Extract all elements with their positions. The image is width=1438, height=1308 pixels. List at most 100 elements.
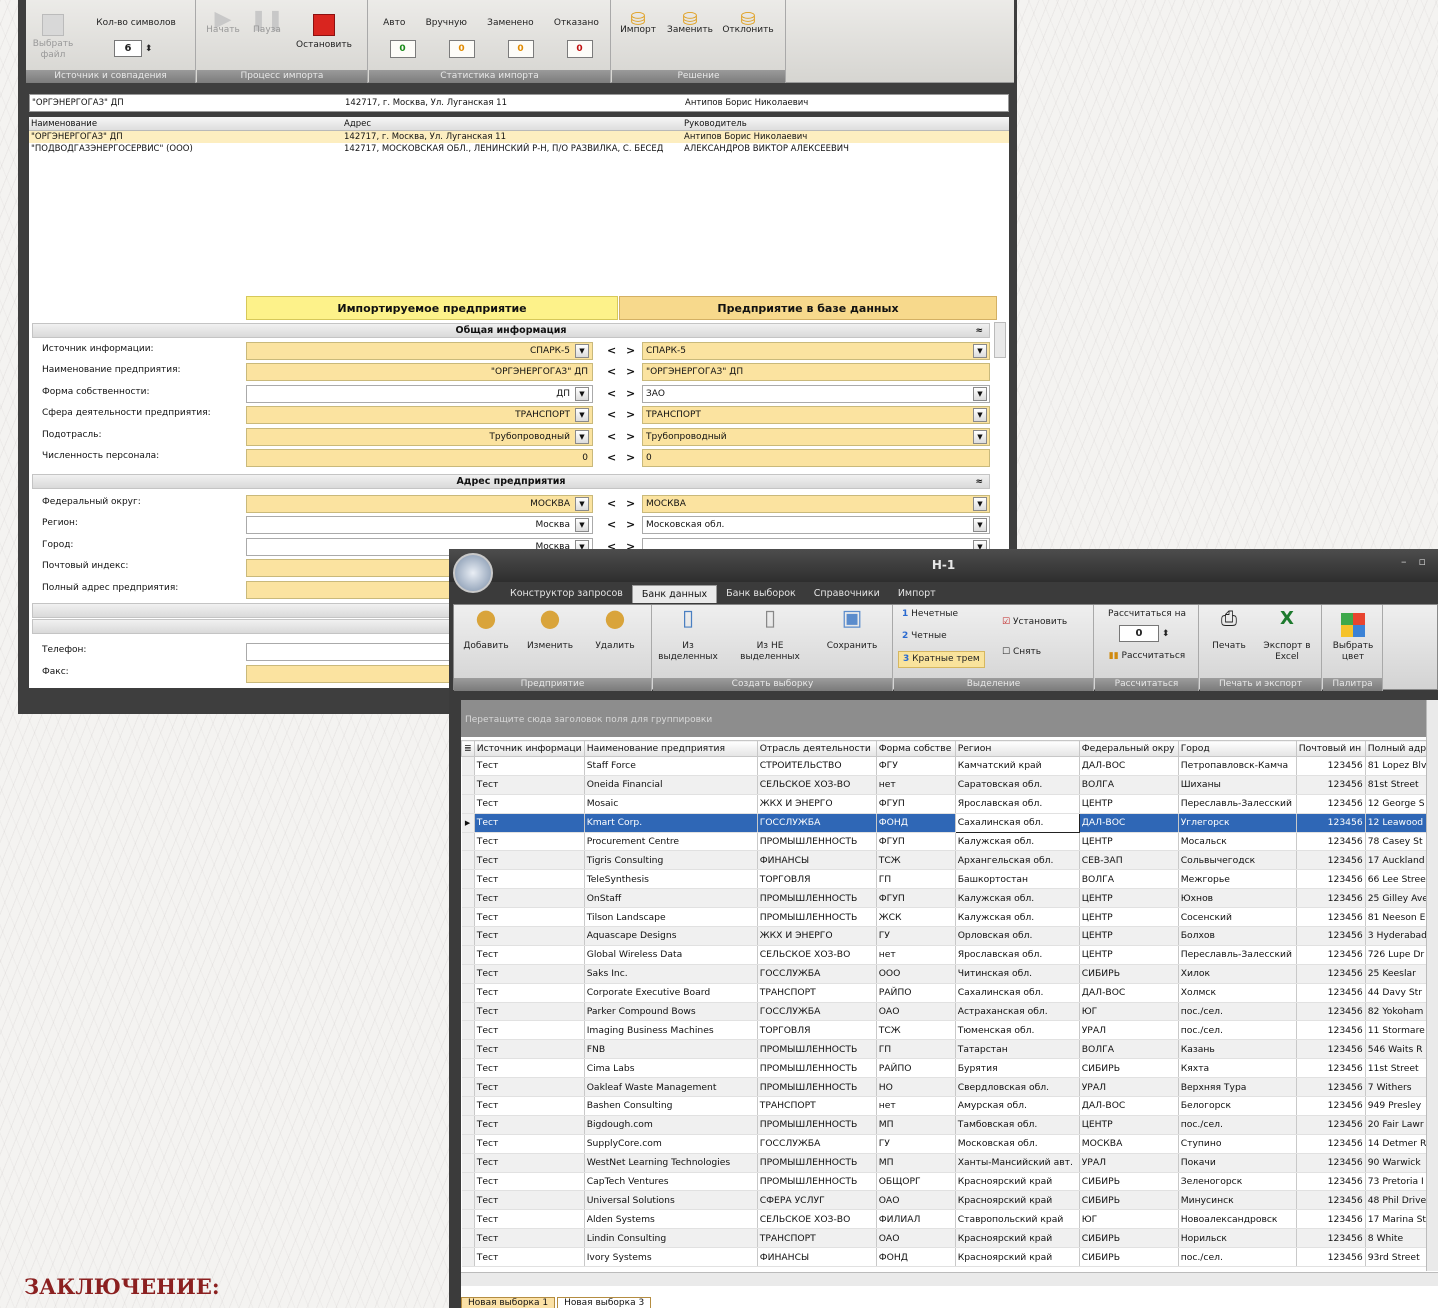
choose-color-button[interactable]: Выбрать цвет — [1327, 613, 1379, 663]
table-row[interactable]: Тест Oakleaf Waste Management ПРОМЫШЛЕННОС… — [461, 1077, 1431, 1098]
table-cell[interactable]: Тест — [474, 850, 585, 871]
table-cell[interactable]: Свердловская обл. — [955, 1077, 1080, 1098]
table-cell[interactable]: 123456 — [1296, 1002, 1366, 1022]
table-cell[interactable]: 81 Lopez Blv — [1365, 756, 1431, 776]
table-cell[interactable]: УРАЛ — [1079, 1020, 1179, 1041]
database-value[interactable]: МОСКВА ▼ — [642, 495, 990, 513]
table-cell[interactable]: Тест — [474, 1153, 585, 1173]
database-value[interactable]: 0 — [642, 449, 990, 467]
column-chooser-icon[interactable]: ≣ — [461, 740, 475, 757]
table-cell[interactable]: 123456 — [1296, 756, 1366, 776]
form-scrollbar[interactable] — [994, 322, 1006, 358]
table-cell[interactable]: ЖКХ И ЭНЕРГО — [757, 926, 877, 946]
dropdown-arrow-icon[interactable]: ▼ — [575, 408, 589, 423]
table-cell[interactable]: ЦЕНТР — [1079, 945, 1179, 965]
table-cell[interactable]: Тест — [474, 907, 585, 928]
table-cell[interactable]: Тест — [474, 794, 585, 814]
collapse-icon[interactable]: ≈ — [975, 324, 983, 338]
database-value[interactable]: "ОРГЭНЕРГОГАЗ" ДП — [642, 363, 990, 382]
dropdown-arrow-icon[interactable]: ▼ — [973, 429, 987, 444]
table-cell[interactable]: Bashen Consulting — [584, 1096, 758, 1116]
table-cell[interactable]: Тест — [474, 1115, 585, 1135]
table-cell[interactable]: Шиханы — [1178, 775, 1297, 795]
copy-left-arrow-icon[interactable]: < — [607, 344, 616, 357]
table-cell[interactable]: ЖКХ И ЭНЕРГО — [757, 794, 877, 814]
row-indicator[interactable] — [461, 1172, 475, 1192]
copy-right-arrow-icon[interactable]: > — [626, 430, 635, 443]
table-cell[interactable]: Тюменская обл. — [955, 1020, 1080, 1041]
table-cell[interactable]: 123456 — [1296, 1115, 1366, 1135]
table-cell[interactable]: Тест — [474, 1020, 585, 1041]
table-cell[interactable]: ЮГ — [1079, 1002, 1179, 1022]
table-cell[interactable]: Межгорье — [1178, 869, 1297, 890]
table-cell[interactable]: WestNet Learning Technologies — [584, 1153, 758, 1173]
even-button[interactable]: 2 Четные — [902, 631, 947, 642]
table-cell[interactable]: ОАО — [876, 1002, 956, 1022]
table-cell[interactable]: СИБИРЬ — [1079, 1228, 1179, 1249]
table-cell[interactable]: Oneida Financial — [584, 775, 758, 795]
table-cell[interactable]: 123456 — [1296, 983, 1366, 1003]
export-excel-button[interactable]: X Экспорт в Excel — [1256, 610, 1318, 663]
table-row[interactable]: Тест Ivory Systems ФИНАНСЫ ФОНД Красноярский… — [461, 1247, 1431, 1268]
table-cell[interactable]: ФИНАНСЫ — [757, 850, 877, 871]
dropdown-arrow-icon[interactable]: ▼ — [973, 518, 987, 533]
row-indicator[interactable] — [461, 983, 475, 1003]
maximize-icon[interactable]: ▫ — [1419, 555, 1438, 568]
imported-value[interactable]: "ОРГЭНЕРГОГАЗ" ДП — [246, 363, 593, 382]
table-cell[interactable]: ЦЕНТР — [1079, 888, 1179, 909]
database-value[interactable]: Московская обл. ▼ — [642, 516, 990, 535]
database-value[interactable]: Трубопроводный ▼ — [642, 427, 990, 446]
table-cell[interactable]: 123456 — [1296, 775, 1366, 795]
dropdown-arrow-icon[interactable]: ▼ — [575, 497, 589, 511]
table-cell[interactable]: ПРОМЫШЛЕННОСТЬ — [757, 888, 877, 909]
copy-left-arrow-icon[interactable]: < — [607, 387, 616, 400]
table-cell[interactable]: нет — [876, 945, 956, 965]
table-cell[interactable]: 123456 — [1296, 1190, 1366, 1211]
table-cell[interactable]: 123456 — [1296, 1077, 1366, 1098]
table-cell[interactable]: 123456 — [1296, 850, 1366, 871]
table-cell[interactable]: нет — [876, 1096, 956, 1116]
table-cell[interactable]: CapTech Ventures — [584, 1172, 758, 1192]
table-cell[interactable]: УРАЛ — [1079, 1153, 1179, 1173]
table-cell[interactable]: СЕЛЬСКОЕ ХОЗ-ВО — [757, 775, 877, 795]
table-cell[interactable]: Красноярский край — [955, 1247, 1080, 1268]
row-indicator[interactable] — [461, 869, 475, 890]
table-cell[interactable]: Тест — [474, 832, 585, 852]
row-indicator[interactable] — [461, 888, 475, 909]
table-cell[interactable]: Сахалинская обл. — [954, 812, 1080, 833]
table-row[interactable]: Тест Tigris Consulting ФИНАНСЫ ТСЖ Архангель… — [461, 850, 1431, 871]
table-cell[interactable]: пос./сел. — [1178, 1247, 1297, 1268]
table-row[interactable]: Тест Saks Inc. ГОССЛУЖБА ООО Читинская обл. С… — [461, 964, 1431, 984]
dropdown-arrow-icon[interactable]: ▼ — [973, 408, 987, 423]
checkbox-icon[interactable]: ☐ — [1002, 647, 1010, 657]
table-cell[interactable]: СЕЛЬСКОЕ ХОЗ-ВО — [757, 945, 877, 965]
column-header[interactable]: Регион — [954, 740, 1080, 757]
copy-right-arrow-icon[interactable]: > — [626, 518, 635, 531]
table-cell[interactable]: ГОССЛУЖБА — [757, 1134, 877, 1154]
import-button[interactable]: ⛁ Импорт — [616, 11, 660, 36]
table-cell[interactable]: 123456 — [1296, 926, 1366, 946]
dropdown-arrow-icon[interactable]: ▼ — [973, 497, 987, 511]
table-cell[interactable]: Тест — [474, 813, 585, 833]
copy-left-arrow-icon[interactable]: < — [607, 430, 616, 443]
table-cell[interactable]: ГОССЛУЖБА — [757, 1002, 877, 1022]
row-indicator[interactable] — [461, 1134, 475, 1154]
table-cell[interactable]: 48 Phil Drive — [1365, 1190, 1431, 1211]
table-row[interactable]: Тест Staff Force СТРОИТЕЛЬСТВО ФГУ Камчатски… — [461, 756, 1431, 776]
table-cell[interactable]: СЕЛЬСКОЕ ХОЗ-ВО — [757, 1209, 877, 1230]
tab-reference[interactable]: Справочники — [805, 585, 889, 603]
column-header[interactable]: Источник информаци — [473, 740, 585, 757]
table-row[interactable]: Тест Aquascape Designs ЖКХ И ЭНЕРГО ГУ Орлов… — [461, 926, 1431, 946]
table-cell[interactable]: ООО — [876, 964, 956, 984]
column-header[interactable]: Почтовый ин — [1295, 740, 1366, 757]
multiple-of-three-button[interactable]: 3 Кратные трем — [898, 651, 985, 668]
stop-button[interactable]: Остановить — [293, 14, 355, 51]
table-cell[interactable]: ДАЛ-ВОС — [1079, 983, 1179, 1003]
copy-right-arrow-icon[interactable]: > — [626, 344, 635, 357]
char-count-stepper[interactable]: 6 ⬍ — [114, 40, 152, 57]
table-row[interactable]: Тест WestNet Learning Technologies ПРОМЫШЛ… — [461, 1153, 1431, 1173]
column-header[interactable]: Полный адр — [1364, 740, 1431, 757]
table-cell[interactable]: 25 Keeslar — [1365, 964, 1431, 984]
row-indicator[interactable] — [461, 1115, 475, 1135]
table-cell[interactable]: Орловская обл. — [955, 926, 1080, 946]
